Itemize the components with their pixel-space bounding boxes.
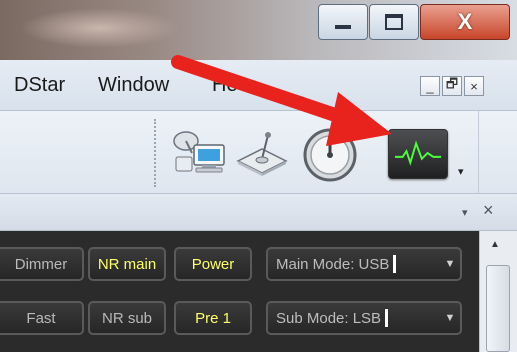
dial-meter-icon[interactable] bbox=[300, 127, 360, 183]
disk-antenna-icon[interactable] bbox=[234, 129, 290, 177]
toolbar-overflow-icon[interactable]: ▾ bbox=[458, 165, 464, 178]
mdi-minimize-button[interactable]: _ bbox=[420, 76, 440, 96]
toolbar-separator bbox=[478, 111, 479, 193]
menu-help[interactable]: He bbox=[212, 74, 238, 97]
scope-icon bbox=[394, 140, 442, 166]
minimize-button[interactable] bbox=[318, 4, 368, 40]
sub-mode-label: Sub Mode: LSB bbox=[276, 309, 382, 327]
power-button[interactable]: Power bbox=[174, 247, 252, 281]
vertical-scrollbar[interactable]: ▲ bbox=[479, 231, 517, 352]
menu-dstar[interactable]: DStar bbox=[14, 74, 65, 97]
maximize-icon bbox=[370, 5, 418, 39]
toolbar: ▾ bbox=[0, 111, 517, 194]
main-mode-dropdown[interactable]: Main Mode: USB ▼ bbox=[266, 247, 462, 281]
title-bar-background bbox=[20, 8, 180, 48]
chevron-down-icon: ▼ bbox=[444, 312, 456, 324]
menu-bar: DStar Window He _ 🗗 × bbox=[0, 60, 517, 111]
minimize-icon bbox=[319, 5, 367, 39]
main-mode-label: Main Mode: USB bbox=[276, 255, 390, 273]
control-panel: Dimmer NR main Power Main Mode: USB ▼ Fa… bbox=[0, 231, 517, 352]
satellite-computer-icon[interactable] bbox=[170, 127, 230, 177]
dimmer-button[interactable]: Dimmer bbox=[0, 247, 84, 281]
close-icon: X bbox=[457, 9, 473, 34]
nr-main-button[interactable]: NR main bbox=[88, 247, 166, 281]
nr-sub-button[interactable]: NR sub bbox=[88, 301, 166, 335]
toolbar-grip[interactable] bbox=[154, 119, 160, 187]
panel-menu-icon[interactable]: ▾ bbox=[462, 206, 468, 219]
fast-button[interactable]: Fast bbox=[0, 301, 84, 335]
text-caret bbox=[393, 255, 397, 273]
scroll-up-icon[interactable]: ▲ bbox=[490, 239, 500, 250]
mdi-close-button[interactable]: × bbox=[464, 76, 484, 96]
pre1-button[interactable]: Pre 1 bbox=[174, 301, 252, 335]
panel-close-icon[interactable]: × bbox=[483, 200, 494, 221]
sub-mode-dropdown[interactable]: Sub Mode: LSB ▼ bbox=[266, 301, 462, 335]
scrollbar-thumb[interactable] bbox=[486, 265, 510, 352]
panel-header: ▾ × bbox=[0, 194, 517, 231]
close-button[interactable]: X bbox=[420, 4, 510, 40]
mdi-restore-button[interactable]: 🗗 bbox=[442, 76, 462, 96]
maximize-button[interactable] bbox=[369, 4, 419, 40]
chevron-down-icon: ▼ bbox=[444, 258, 456, 270]
menu-window[interactable]: Window bbox=[98, 74, 169, 97]
title-bar: X bbox=[0, 0, 517, 60]
scope-button[interactable] bbox=[388, 129, 448, 179]
text-caret bbox=[385, 309, 389, 327]
